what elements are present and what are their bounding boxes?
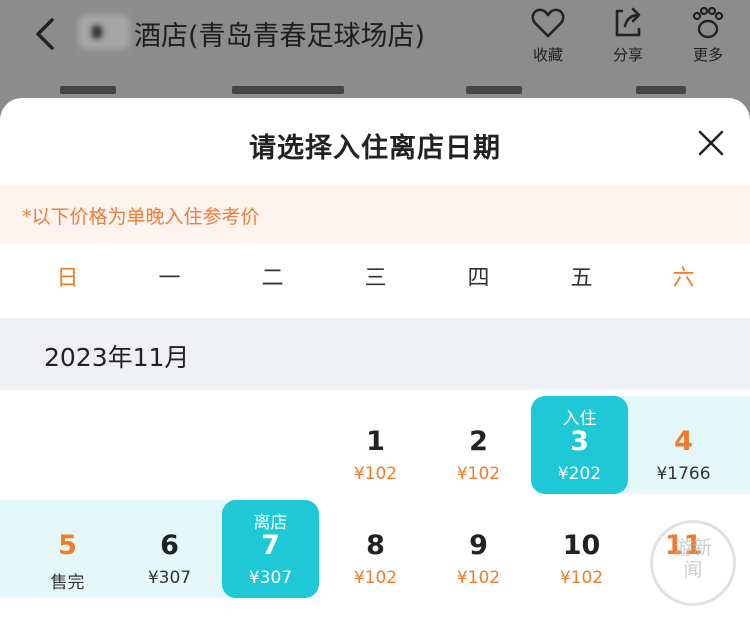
day-number: 7 (261, 530, 280, 561)
weekday-sat: 六 (672, 266, 695, 291)
day-number: 4 (674, 426, 693, 457)
day-price: ¥307 (248, 568, 293, 588)
more-label: 更多 (692, 46, 723, 64)
day-cell[interactable]: 1 ¥102 (324, 396, 427, 496)
date-picker-sheet: 请选择入住离店日期 *以下价格为单晚入住参考价 日 一 二 三 四 五 六 20… (0, 98, 750, 621)
day-number: 3 (570, 426, 589, 457)
day-cell-checkin[interactable]: 入住 3 ¥202 (528, 396, 631, 496)
day-cell[interactable]: 8 ¥102 (324, 500, 427, 600)
weekday-mon: 一 (158, 266, 181, 291)
page-header: 酒店(青岛青春足球场店) 收藏 分享 更多 (0, 0, 750, 100)
day-number: 2 (469, 426, 488, 457)
day-number: 10 (562, 530, 601, 561)
day-price: ¥102 (559, 568, 604, 588)
price-note-text: *以下价格为单晚入住参考价 (22, 206, 260, 228)
day-cell[interactable]: 4 ¥1766 (632, 396, 735, 496)
back-arrow-icon[interactable] (26, 14, 66, 54)
weekday-tue: 二 (261, 266, 284, 291)
share-icon (615, 7, 641, 37)
blurred-logo (78, 14, 130, 50)
sold-out-label: 售完 (50, 573, 85, 593)
more-button[interactable]: 更多 (678, 4, 738, 65)
day-cell-checkout[interactable]: 离店 7 ¥307 (219, 500, 322, 600)
weekday-thu: 四 (467, 266, 490, 291)
day-price: ¥1766 (656, 464, 711, 484)
month-header: 2023年11月 (0, 318, 750, 390)
favorite-label: 收藏 (532, 46, 563, 64)
day-price: ¥202 (557, 464, 602, 484)
share-button[interactable]: 分享 (598, 4, 658, 65)
day-number: 9 (469, 530, 488, 561)
day-price: ¥102 (353, 568, 398, 588)
close-icon[interactable] (696, 128, 726, 158)
share-label: 分享 (612, 46, 643, 64)
month-label: 2023年11月 (44, 343, 190, 372)
day-price: ¥102 (456, 464, 501, 484)
watermark-seal: 游新闻 (650, 520, 736, 606)
day-cell[interactable]: 6 ¥307 (118, 500, 221, 600)
day-price: ¥307 (147, 568, 192, 588)
day-price: ¥102 (353, 464, 398, 484)
weekday-fri: 五 (570, 266, 593, 291)
day-number: 5 (58, 530, 77, 561)
heart-icon (531, 8, 565, 38)
day-number: 8 (366, 530, 385, 561)
day-cell[interactable]: 5 售完 (16, 500, 119, 600)
sheet-title: 请选择入住离店日期 (249, 133, 501, 164)
day-cell[interactable]: 9 ¥102 (427, 500, 530, 600)
day-cell[interactable]: 2 ¥102 (427, 396, 530, 496)
day-number: 1 (366, 426, 385, 457)
price-note: *以下价格为单晚入住参考价 (0, 186, 750, 244)
footprint-icon (692, 6, 724, 39)
favorite-button[interactable]: 收藏 (518, 4, 578, 65)
weekday-header: 日 一 二 三 四 五 六 (0, 260, 750, 300)
watermark-text: 游新闻 (673, 537, 712, 581)
day-price: ¥102 (456, 568, 501, 588)
weekday-wed: 三 (364, 266, 387, 291)
day-number: 6 (160, 530, 179, 561)
weekday-sun: 日 (56, 266, 79, 291)
hotel-name: 酒店(青岛青春足球场店) (134, 21, 426, 52)
day-cell[interactable]: 10 ¥102 (530, 500, 633, 600)
